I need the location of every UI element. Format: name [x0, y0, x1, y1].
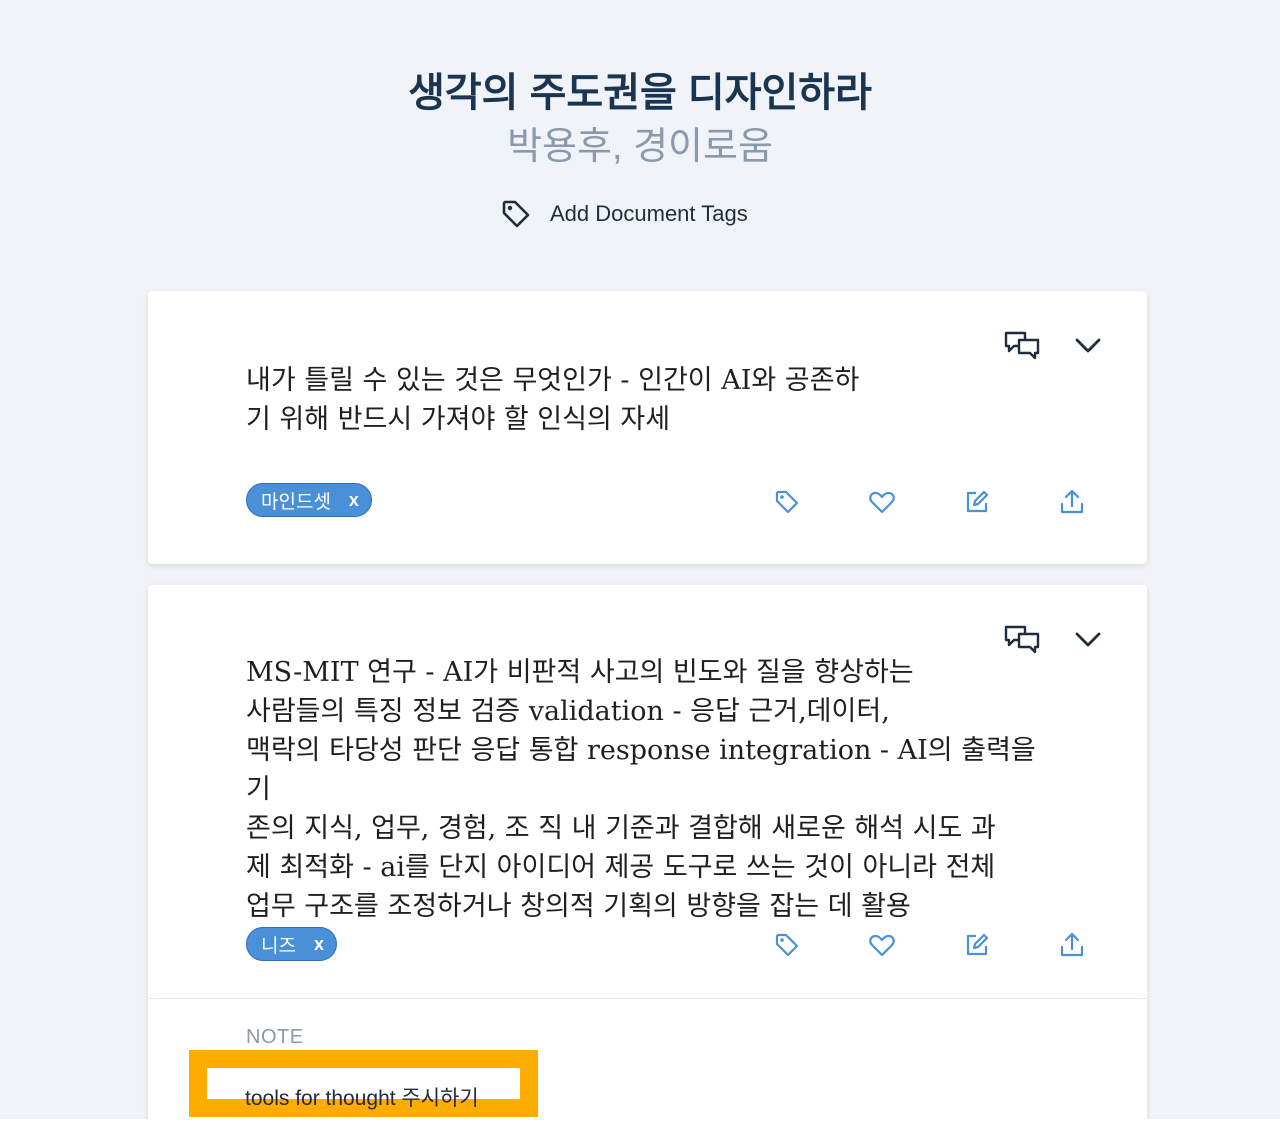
highlight-line: 사람들의 특징 정보 검증 validation - 응답 근거,데이터,	[246, 696, 890, 727]
remove-tag-button[interactable]: x	[349, 490, 359, 511]
card-top-actions	[1003, 329, 1107, 361]
bottom-strip	[0, 1119, 1280, 1133]
share-icon[interactable]	[1057, 487, 1087, 517]
highlight-actions	[772, 487, 1087, 517]
highlight-line: 기 위해 반드시 가져야 할 인식의 자세	[246, 404, 671, 435]
tag-pill[interactable]: 니즈 x	[246, 927, 337, 961]
note-label: NOTE	[246, 1026, 304, 1048]
highlight-line: 업무 구조를 조정하거나 창의적 기획의 방향을 잡는 데 활용	[246, 891, 911, 922]
tag-icon[interactable]	[772, 930, 802, 960]
highlight-card: 내가 틀릴 수 있는 것은 무엇인가 - 인간이 AI와 공존하 기 위해 반드…	[148, 291, 1147, 564]
tag-icon[interactable]	[772, 487, 802, 517]
tag-icon	[500, 198, 532, 230]
chevron-down-icon[interactable]	[1069, 329, 1107, 361]
card-top-actions	[1003, 623, 1107, 655]
chevron-down-icon[interactable]	[1069, 623, 1107, 655]
highlight-line: 내가 틀릴 수 있는 것은 무엇인가 - 인간이 AI와 공존하	[246, 365, 860, 396]
document-header: 생각의 주도권을 디자인하라 박용후, 경이로움 Add Document Ta…	[0, 0, 1280, 280]
note-text: tools for thought 주시하기	[245, 1087, 479, 1110]
edit-icon[interactable]	[962, 930, 992, 960]
tag-label: 마인드셋	[261, 491, 331, 513]
highlight-line: MS-MIT 연구 - AI가 비판적 사고의 빈도와 질을 향상하는	[246, 657, 914, 688]
highlight-line: 맥락의 타당성 판단 응답 통합 response integration - …	[246, 735, 1036, 805]
share-icon[interactable]	[1057, 930, 1087, 960]
divider	[148, 998, 1147, 999]
highlight-text: MS-MIT 연구 - AI가 비판적 사고의 빈도와 질을 향상하는 사람들의…	[246, 653, 1056, 926]
heart-icon[interactable]	[867, 930, 897, 960]
comments-icon[interactable]	[1003, 329, 1041, 361]
note-box[interactable]: tools for thought 주시하기	[189, 1050, 538, 1117]
heart-icon[interactable]	[867, 487, 897, 517]
highlight-card: MS-MIT 연구 - AI가 비판적 사고의 빈도와 질을 향상하는 사람들의…	[148, 585, 1147, 1133]
add-document-tags-label: Add Document Tags	[550, 201, 748, 226]
tag-pill[interactable]: 마인드셋 x	[246, 483, 372, 517]
comments-icon[interactable]	[1003, 623, 1041, 655]
highlight-line: 존의 지식, 업무, 경험, 조 직 내 기준과 결합해 새로운 해석 시도 과	[246, 813, 996, 844]
document-title: 생각의 주도권을 디자인하라	[408, 71, 872, 115]
edit-icon[interactable]	[962, 487, 992, 517]
add-document-tags-button[interactable]: Add Document Tags	[500, 194, 820, 234]
tag-label: 니즈	[261, 935, 296, 957]
highlight-line: 제 최적화 - ai를 단지 아이디어 제공 도구로 쓰는 것이 아니라 전체	[246, 852, 996, 883]
highlight-text: 내가 틀릴 수 있는 것은 무엇인가 - 인간이 AI와 공존하 기 위해 반드…	[246, 361, 966, 439]
document-author: 박용후, 경이로움	[507, 126, 773, 168]
remove-tag-button[interactable]: x	[314, 934, 324, 955]
highlight-actions	[772, 930, 1087, 960]
